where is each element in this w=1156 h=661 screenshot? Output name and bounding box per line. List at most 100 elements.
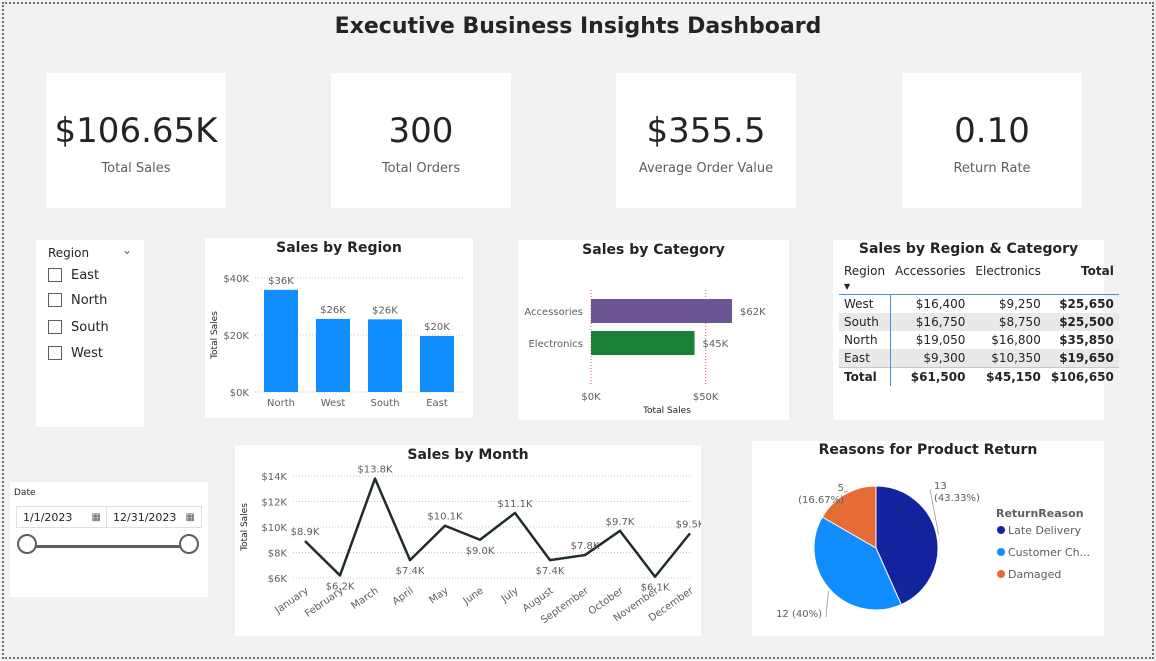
y-axis-label: Total Sales	[210, 311, 220, 360]
region-option-label: South	[71, 319, 109, 335]
x-tick-label: May	[427, 585, 450, 606]
end-date-value: 12/31/2023	[113, 510, 177, 524]
x-axis-label: Total Sales	[642, 406, 691, 416]
kpi-value: 300	[388, 111, 454, 151]
kpi-card-return-rate[interactable]: 0.10 Return Rate	[902, 73, 1082, 208]
bar	[316, 318, 350, 392]
data-label: $36K	[268, 276, 294, 287]
matrix-col-header[interactable]: Region ▼	[839, 262, 891, 295]
matrix-cell: $16,750	[890, 313, 971, 331]
kpi-label: Average Order Value	[638, 161, 774, 176]
matrix-cell: $25,500	[1045, 313, 1119, 331]
region-option-label: North	[71, 292, 108, 308]
dashboard-title: Executive Business Insights Dashboard	[334, 14, 822, 39]
sales-by-month-chart: $6K$8K$10K$12K$14KTotal Sales $8.9KJanuar…	[240, 465, 701, 627]
matrix-row[interactable]: East $9,300 $10,350 $19,650	[839, 349, 1119, 368]
checkbox[interactable]	[48, 268, 62, 282]
matrix-cell: $25,650	[1059, 297, 1114, 311]
bar	[264, 289, 298, 392]
y-tick-label: $20K	[223, 331, 249, 342]
bar	[420, 335, 454, 392]
matrix-cell: $19,650	[1045, 349, 1119, 368]
checkbox[interactable]	[48, 346, 62, 360]
y-tick-label: $0K	[230, 388, 250, 399]
y-tick-label: $8K	[268, 549, 288, 560]
matrix-col-header[interactable]: Accessories	[890, 262, 971, 295]
sales-by-region-visual[interactable]: Sales by Region $0K $20K $40K Total Sales $3…	[205, 238, 473, 418]
matrix-cell: $61,500	[890, 367, 971, 386]
y-tick-label: $40K	[223, 274, 249, 285]
end-slider-handle[interactable]	[179, 534, 199, 554]
data-label: $45K	[703, 339, 729, 350]
matrix-row[interactable]: West $16,400 $9,250 $25,650	[839, 294, 1119, 313]
kpi-card-total-orders[interactable]: 300 Total Orders	[331, 73, 511, 208]
matrix-cell: North	[839, 331, 891, 349]
end-date-input[interactable]: 12/31/2023 ▦	[106, 506, 202, 528]
sales-by-month-visual[interactable]: Sales by Month $6K $8K $10K $12K $14K Total S…	[235, 445, 701, 636]
return-reasons-visual[interactable]: Reasons for Product Return 13 (43.33%) 12 …	[752, 441, 1104, 636]
y-axis-label: Total Sales	[240, 503, 250, 552]
legend-title: ReturnReason	[996, 507, 1084, 520]
return-reasons-pie-chart: 13(43.33%) 12 (40%) 5(16.67%) ReturnReason L…	[776, 481, 1090, 620]
calendar-icon[interactable]: ▦	[92, 512, 101, 523]
region-option-west[interactable]: West	[48, 344, 103, 362]
date-range-track[interactable]	[30, 545, 190, 548]
start-slider-handle[interactable]	[17, 534, 37, 554]
data-label: 12 (40%)	[776, 609, 822, 620]
y-tick-label: $14K	[261, 472, 287, 483]
matrix-cell: $35,850	[1059, 333, 1114, 347]
matrix-col-header[interactable]: Total	[1045, 262, 1119, 295]
sales-matrix-table: Region ▼ Accessories Electronics Total We…	[839, 262, 1119, 386]
matrix-cell: East	[839, 349, 891, 368]
matrix-header-row: Region ▼ Accessories Electronics Total	[839, 262, 1119, 295]
matrix-row[interactable]: North $19,050 $16,800 $35,850	[839, 331, 1119, 349]
data-label-pct: (43.33%)	[934, 493, 980, 504]
y-tick-label: $6K	[268, 574, 288, 585]
data-label: $7.4K	[396, 566, 425, 577]
data-label: $26K	[320, 305, 346, 316]
region-option-south[interactable]: South	[48, 318, 109, 336]
bar	[591, 299, 733, 323]
y-tick-label: $12K	[261, 498, 287, 509]
calendar-icon[interactable]: ▦	[186, 512, 195, 523]
matrix-cell: South	[839, 313, 891, 331]
matrix-cell: $8,750	[970, 313, 1046, 331]
sales-by-category-chart: $0K $50KTotal Sales Accessories $62K Electro…	[524, 290, 766, 416]
legend-marker	[997, 526, 1005, 534]
x-tick-label: East	[426, 398, 448, 409]
matrix-col-header[interactable]: Electronics	[970, 262, 1046, 295]
matrix-total-row[interactable]: Total $61,500 $45,150 $106,650	[839, 367, 1119, 386]
x-tick-label: North	[267, 398, 295, 409]
matrix-cell: $10,350	[970, 349, 1046, 368]
region-slicer-title: Region	[48, 246, 90, 260]
sales-by-category-visual[interactable]: Sales by Category $0K $50K Total Sales Acce…	[518, 240, 789, 420]
data-label: $9.5K	[676, 519, 701, 530]
checkbox[interactable]	[48, 293, 62, 307]
region-option-label: East	[71, 267, 100, 283]
kpi-value: $355.5	[646, 111, 766, 151]
data-label-pct: (16.67%)	[798, 495, 844, 506]
legend-marker	[997, 570, 1005, 578]
matrix-cell: Total	[839, 367, 891, 386]
x-tick-label: April	[391, 585, 416, 607]
region-slicer: Region ⌄ East North South West	[36, 240, 144, 427]
sort-desc-icon: ▼	[844, 282, 851, 291]
sales-matrix-visual[interactable]: Sales by Region & Category Region ▼ Acces…	[833, 240, 1119, 420]
kpi-label: Total Sales	[101, 161, 171, 176]
data-label: $26K	[372, 305, 398, 316]
matrix-cell: $16,800	[991, 333, 1041, 347]
matrix-row[interactable]: South $16,750 $8,750 $25,500	[839, 313, 1119, 331]
chevron-down-icon[interactable]: ⌄	[122, 243, 132, 257]
region-option-east[interactable]: East	[48, 266, 99, 284]
checkbox[interactable]	[48, 320, 62, 334]
data-label: $20K	[424, 322, 450, 333]
data-label: $9.0K	[466, 546, 495, 557]
start-date-input[interactable]: 1/1/2023 ▦	[16, 506, 108, 528]
region-option-north[interactable]: North	[48, 291, 107, 309]
kpi-card-total-sales[interactable]: $106.65K Total Sales	[46, 73, 226, 208]
date-slicer: Date 1/1/2023 ▦ 12/31/2023 ▦	[10, 482, 208, 597]
kpi-card-average-order-value[interactable]: $355.5 Average Order Value	[616, 73, 796, 208]
data-label: 13	[934, 481, 947, 492]
x-tick-label: $0K	[581, 392, 601, 403]
date-slicer-title: Date	[14, 488, 36, 498]
